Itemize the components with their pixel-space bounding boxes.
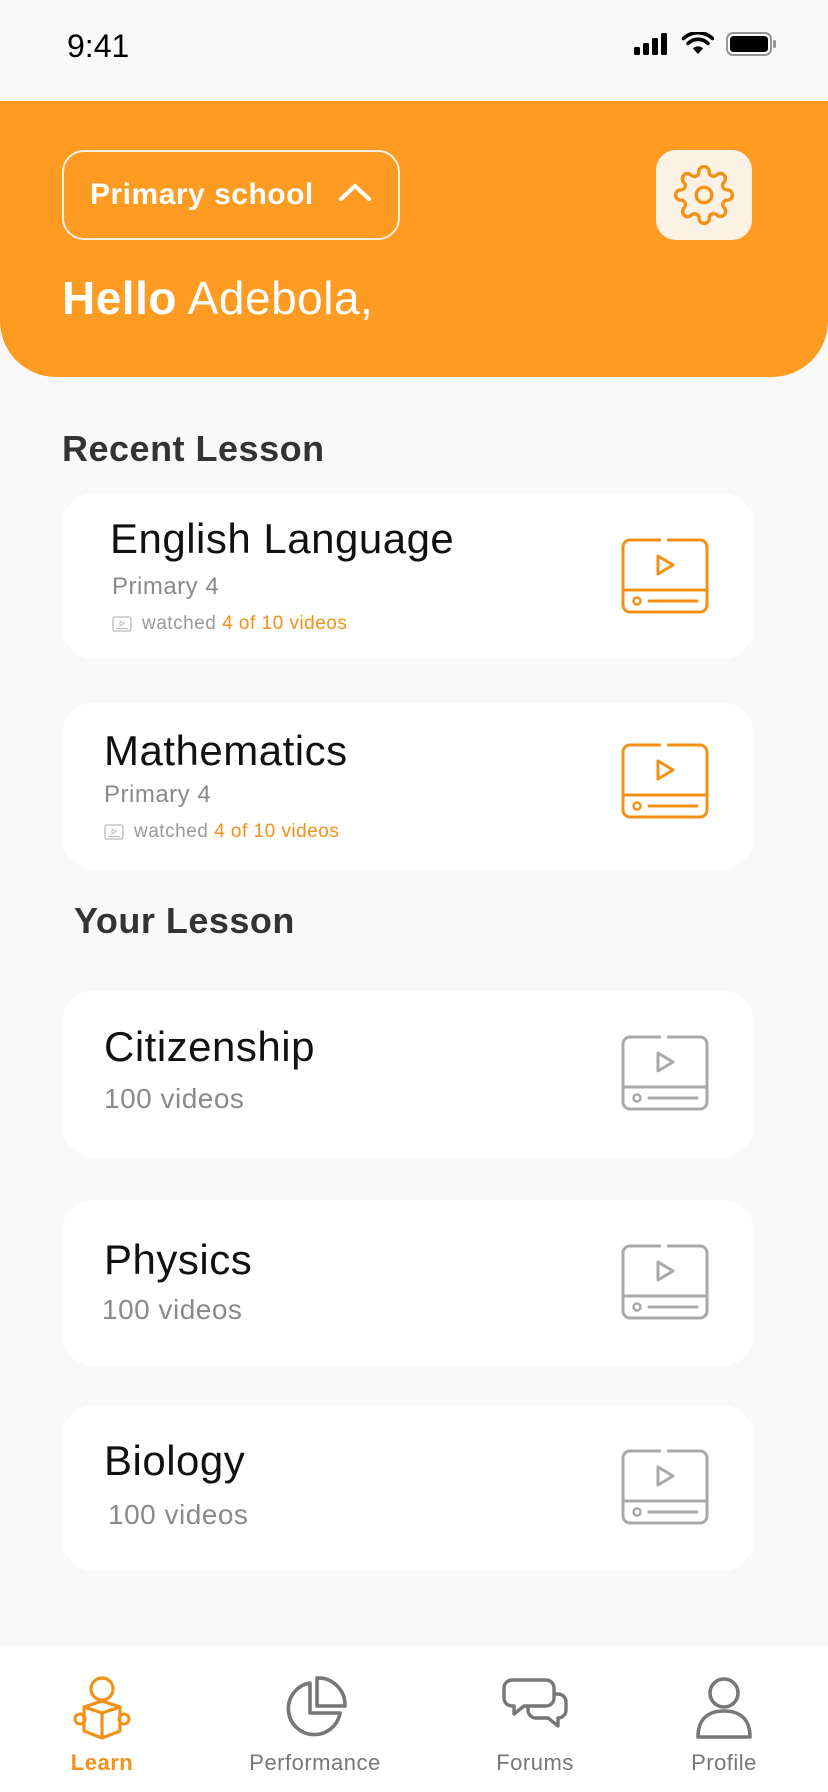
- lesson-video-count: 100 videos: [108, 1499, 249, 1530]
- lesson-video-count: 100 videos: [102, 1294, 243, 1325]
- nav-label: Performance: [249, 1750, 381, 1775]
- lesson-progress: watched 4 of 10 videos: [112, 613, 347, 635]
- lesson-title: Mathematics: [104, 727, 348, 774]
- recent-lesson-heading: Recent Lesson: [62, 428, 325, 469]
- status-bar: 9:41: [0, 0, 828, 100]
- recent-lesson-card-mathematics[interactable]: Mathematics Primary 4 watched 4 of 10 vi…: [62, 703, 754, 869]
- video-player-icon: [621, 743, 709, 819]
- battery-icon: [726, 32, 776, 56]
- lesson-progress: watched 4 of 10 videos: [104, 821, 339, 843]
- status-icons: [634, 32, 778, 56]
- progress-value: 4 of 10 videos: [214, 821, 340, 842]
- lesson-title: Physics: [104, 1236, 253, 1283]
- nav-learn[interactable]: Learn: [52, 1646, 152, 1792]
- pie-chart-icon: [286, 1676, 347, 1737]
- video-small-icon: [112, 616, 132, 632]
- lesson-title: Citizenship: [104, 1023, 315, 1070]
- settings-button[interactable]: [656, 150, 752, 240]
- lesson-title: English Language: [110, 515, 455, 562]
- school-level-value: Primary school: [90, 178, 314, 211]
- nav-profile[interactable]: Profile: [674, 1646, 774, 1792]
- nav-label: Learn: [70, 1750, 134, 1775]
- lesson-title: Biology: [104, 1437, 246, 1484]
- progress-value: 4 of 10 videos: [222, 613, 348, 634]
- your-lesson-heading: Your Lesson: [74, 900, 295, 941]
- learn-icon: [73, 1676, 131, 1740]
- lesson-level: Primary 4: [112, 573, 220, 600]
- nav-label: Forums: [496, 1750, 574, 1775]
- user-icon: [696, 1677, 752, 1739]
- chevron-up-icon: [339, 184, 371, 201]
- recent-lesson-card-english[interactable]: English Language Primary 4 watched 4 of …: [62, 493, 754, 659]
- wifi-icon: [682, 32, 714, 54]
- lesson-level: Primary 4: [104, 781, 212, 808]
- video-small-icon: [104, 824, 124, 840]
- chat-icon: [502, 1678, 568, 1728]
- nav-performance[interactable]: Performance: [240, 1646, 390, 1792]
- status-time: 9:41: [67, 28, 130, 64]
- greeting-hello: Hello: [62, 272, 177, 324]
- video-player-icon: [621, 538, 709, 614]
- bottom-nav: Learn Performance Forums Profile: [0, 1646, 828, 1792]
- watched-label: watched: [134, 821, 209, 842]
- gear-icon: [673, 164, 735, 226]
- greeting-name: Adebola,: [187, 272, 374, 324]
- video-player-icon: [621, 1035, 709, 1111]
- video-player-icon: [621, 1244, 709, 1320]
- header: Primary school Hello Adebola,: [0, 101, 828, 377]
- video-player-icon: [621, 1449, 709, 1525]
- lesson-video-count: 100 videos: [104, 1083, 245, 1114]
- nav-label: Profile: [691, 1750, 757, 1775]
- nav-forums[interactable]: Forums: [480, 1646, 590, 1792]
- lesson-card-biology[interactable]: Biology 100 videos: [62, 1405, 754, 1571]
- watched-label: watched: [142, 613, 217, 634]
- lesson-card-physics[interactable]: Physics 100 videos: [62, 1200, 754, 1366]
- signal-icon: [634, 33, 667, 55]
- school-level-dropdown[interactable]: Primary school: [62, 150, 400, 240]
- greeting: Hello Adebola,: [62, 271, 373, 325]
- lesson-card-citizenship[interactable]: Citizenship 100 videos: [62, 991, 754, 1157]
